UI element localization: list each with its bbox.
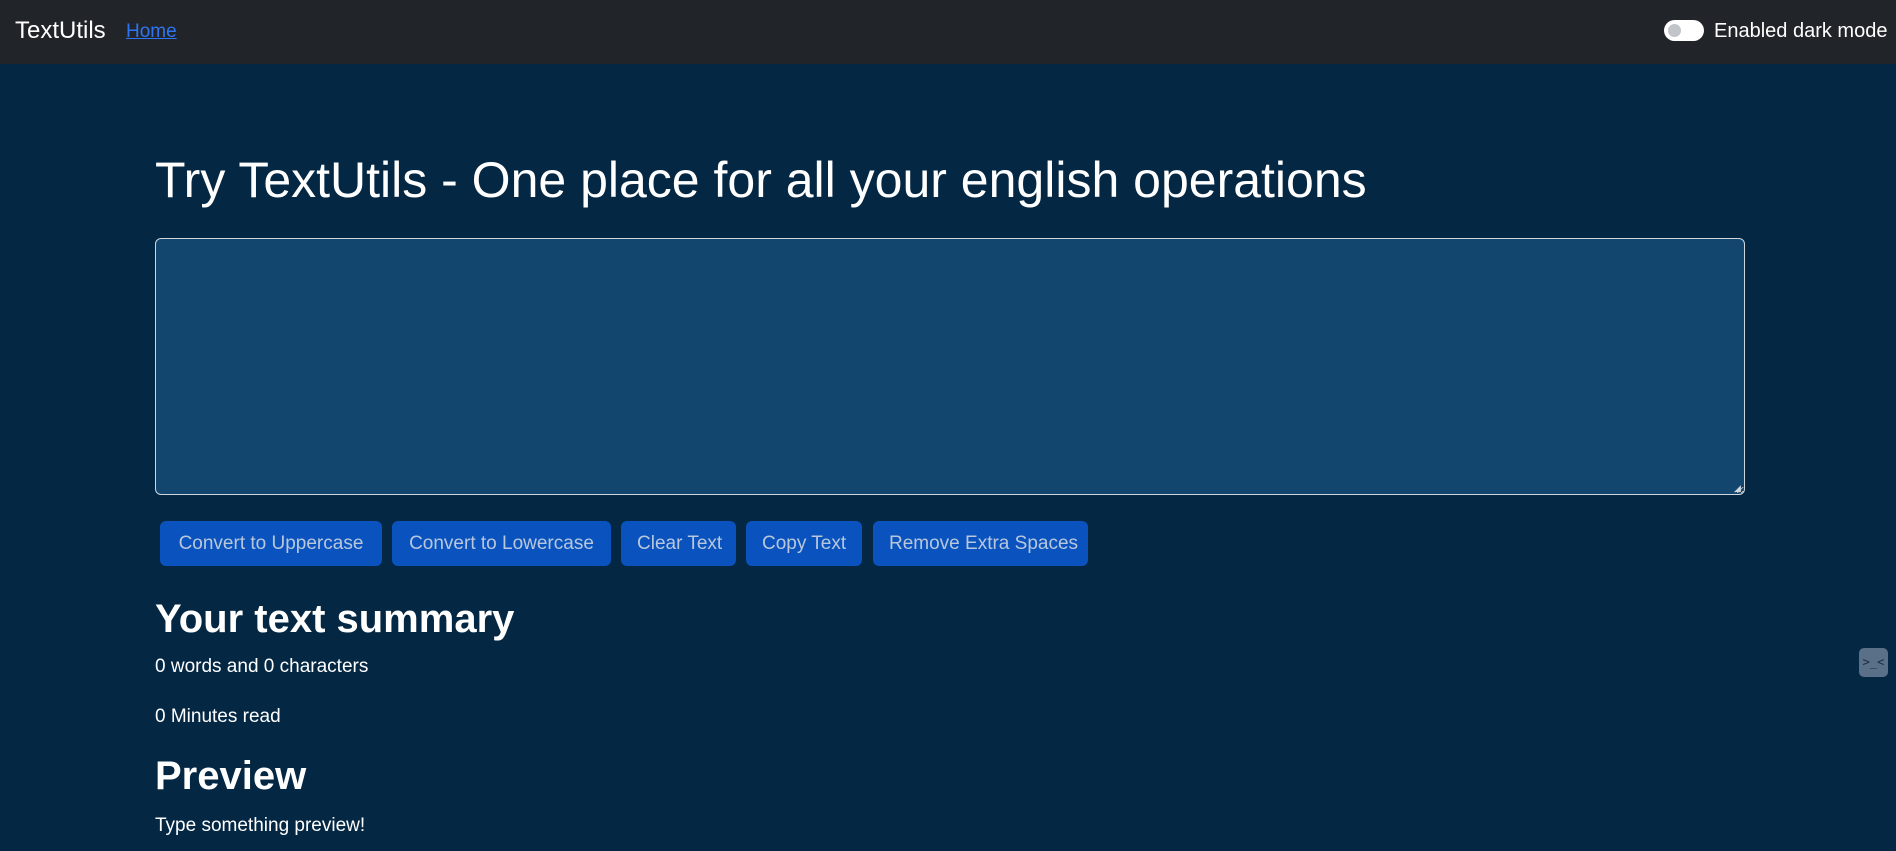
word-character-count: 0 words and 0 characters (155, 656, 369, 677)
remove-extra-spaces-button[interactable]: Remove Extra Spaces (873, 521, 1088, 566)
clear-text-button[interactable]: Clear Text (621, 521, 736, 566)
dark-mode-label[interactable]: Enabled dark mode (1714, 19, 1887, 43)
resize-handle-icon[interactable]: ◢ (1734, 484, 1743, 493)
dark-mode-toggle[interactable] (1664, 20, 1704, 41)
toggle-knob (1668, 24, 1681, 37)
text-input-area[interactable] (155, 238, 1745, 495)
nav-link-home[interactable]: Home (126, 20, 177, 44)
summary-heading: Your text summary (155, 597, 515, 641)
convert-uppercase-button[interactable]: Convert to Uppercase (160, 521, 382, 566)
page-title: Try TextUtils - One place for all your e… (155, 152, 1367, 208)
navbar: TextUtils Home Enabled dark mode (0, 0, 1896, 64)
brand-logo-text[interactable]: TextUtils (15, 16, 106, 46)
minutes-read: 0 Minutes read (155, 706, 281, 727)
extension-face-icon[interactable]: >_< (1859, 648, 1888, 677)
copy-text-button[interactable]: Copy Text (746, 521, 862, 566)
preview-text: Type something preview! (155, 815, 366, 836)
preview-heading: Preview (155, 754, 307, 798)
convert-lowercase-button[interactable]: Convert to Lowercase (392, 521, 611, 566)
